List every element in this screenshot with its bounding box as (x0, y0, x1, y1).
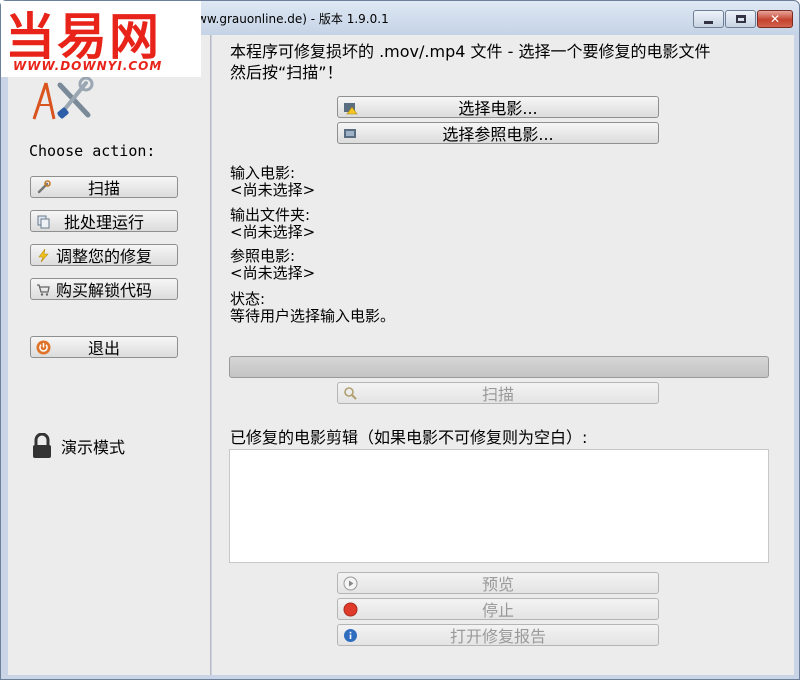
watermark-url: WWW.DOWNYI.COM (13, 59, 163, 73)
demo-mode-label: 演示模式 (61, 438, 126, 457)
magnifier-icon (343, 386, 358, 401)
demo-mode-indicator: 演示模式 (32, 433, 125, 459)
stop-button[interactable]: 停止 (337, 598, 659, 620)
action-sidebar: Choose action: 扫描 批处理运行 调整您的修复 购买解锁代码 退出… (8, 35, 211, 675)
buy-unlock-code-button[interactable]: 购买解锁代码 (30, 278, 178, 300)
lock-icon (33, 433, 51, 458)
batch-run-button[interactable]: 批处理运行 (30, 210, 178, 232)
main-panel: 本程序可修复损坏的 .mov/.mp4 文件 - 选择一个要修复的电影文件 然后… (212, 35, 794, 675)
repaired-clips-list[interactable] (229, 449, 769, 563)
reference-movie-label: 参照电影: (230, 247, 296, 265)
select-reference-label: 选择参照电影... (442, 125, 554, 144)
choose-action-label: Choose action: (29, 142, 156, 160)
output-folder-value: <尚未选择> (230, 223, 316, 241)
buy-unlock-code-label: 购买解锁代码 (55, 281, 152, 300)
repair-tools-icon (32, 76, 94, 120)
watermark-logo: 当易网 WWW.DOWNYI.COM (1, 1, 201, 77)
exit-label: 退出 (87, 339, 120, 358)
minimize-button[interactable] (693, 10, 724, 28)
movie-icon (343, 126, 358, 141)
input-movie-value: <尚未选择> (230, 181, 316, 199)
stop-icon (343, 602, 358, 617)
maximize-icon (735, 15, 746, 23)
status-label: 状态: (230, 290, 266, 308)
scan-label: 扫描 (481, 385, 514, 404)
cart-icon (36, 282, 51, 297)
open-repair-report-button[interactable]: 打开修复报告 (337, 624, 659, 646)
scan-button[interactable]: 扫描 (337, 382, 659, 404)
window-title: ww.grauonline.de) - 版本 1.9.0.1 (197, 12, 389, 26)
info-icon (343, 628, 358, 643)
progress-bar (229, 356, 769, 378)
exit-button[interactable]: 退出 (30, 336, 178, 358)
output-folder-label: 输出文件夹: (230, 206, 311, 224)
scan-action-button[interactable]: 扫描 (30, 176, 178, 198)
repaired-clips-label: 已修复的电影剪辑（如果电影不可修复则为空白）: (230, 428, 588, 447)
movie-warning-icon (343, 100, 358, 115)
app-window: ww.grauonline.de) - 版本 1.9.0.1 ✕ Choose … (0, 0, 800, 680)
close-icon: ✕ (769, 12, 781, 26)
tune-repair-button[interactable]: 调整您的修复 (30, 244, 178, 266)
preview-label: 预览 (481, 575, 514, 594)
tune-repair-label: 调整您的修复 (55, 247, 152, 266)
select-movie-button[interactable]: 选择电影... (337, 96, 659, 118)
minimize-icon (704, 20, 713, 24)
open-repair-report-label: 打开修复报告 (449, 627, 546, 646)
scan-action-label: 扫描 (87, 179, 120, 198)
status-value: 等待用户选择输入电影。 (230, 307, 396, 325)
stop-label: 停止 (481, 601, 514, 620)
lightning-icon (36, 248, 51, 263)
play-icon (343, 576, 358, 591)
close-button[interactable]: ✕ (757, 10, 793, 28)
select-movie-label: 选择电影... (458, 99, 538, 118)
batch-run-label: 批处理运行 (63, 213, 144, 232)
instruction-text: 本程序可修复损坏的 .mov/.mp4 文件 - 选择一个要修复的电影文件 然后… (230, 42, 711, 82)
maximize-button[interactable] (725, 10, 756, 28)
select-reference-button[interactable]: 选择参照电影... (337, 122, 659, 144)
wrench-icon (36, 180, 51, 195)
power-icon (36, 340, 51, 355)
reference-movie-value: <尚未选择> (230, 264, 316, 282)
batch-icon (36, 214, 51, 229)
input-movie-label: 输入电影: (230, 164, 296, 182)
preview-button[interactable]: 预览 (337, 572, 659, 594)
